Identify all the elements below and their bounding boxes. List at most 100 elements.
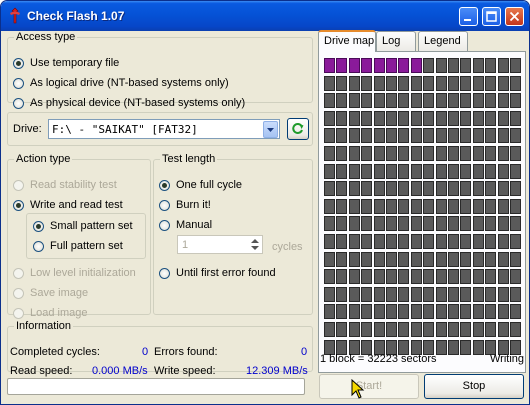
drive-map-block [435,163,447,179]
drive-map-block [510,58,521,73]
block-size-info: 1 block = 32223 sectors [320,353,437,365]
drive-map-block [373,251,385,267]
radio-indicator[interactable] [13,287,24,299]
drive-dropdown-button[interactable] [263,121,278,138]
drive-map-block [324,163,335,179]
tab-drive-map[interactable]: Drive map [318,30,376,52]
drive-select[interactable]: F:\ - "SAIKAT" [FAT32] [48,119,280,139]
radio-indicator[interactable] [13,267,24,279]
action-type-legend: Action type [16,153,71,165]
information-legend: Information [16,320,72,332]
test-until-error[interactable]: Until first error found [159,267,276,279]
radio-indicator[interactable] [33,220,44,232]
radio-indicator[interactable] [159,267,170,279]
drive-map-block [448,128,459,144]
radio-indicator[interactable] [13,307,24,319]
radio-indicator[interactable] [13,199,24,211]
drive-map-block [472,93,484,109]
drive-map-block [472,58,484,73]
tab-legend[interactable]: Legend [418,31,468,51]
chevron-down-icon [267,128,274,132]
drive-map-block [497,163,509,179]
cycles-spinbox[interactable]: 1 [177,235,263,254]
radio-indicator[interactable] [13,77,24,89]
refresh-icon [292,123,304,134]
drive-map-block [423,251,435,267]
drive-map-block [485,128,497,144]
drive-map-block [348,110,360,126]
drive-map-block [410,163,422,179]
drive-map-block [423,128,435,144]
drive-map-block [485,251,497,267]
action-low-level-init[interactable]: Low level initialization [13,267,136,279]
access-option-physical-device[interactable]: As physical device (NT-based systems onl… [13,97,245,109]
drive-map-block [423,198,435,214]
drive-map-block [510,304,521,320]
pattern-option-label: Full pattern set [50,240,123,252]
drive-map-block [510,286,521,302]
start-button[interactable]: Start! [319,374,419,399]
drive-map-block [361,234,373,249]
cycles-input[interactable]: 1 [182,239,188,251]
drive-map-block [510,322,521,337]
access-option-temp-file[interactable]: Use temporary file [13,57,119,69]
drive-map-block [448,58,459,73]
drive-map-block [448,181,459,197]
drive-map-block [435,286,447,302]
drive-map-block [460,304,472,320]
drive-map-block [373,58,385,73]
access-option-logical-drive[interactable]: As logical drive (NT-based systems only) [13,77,229,89]
maximize-button[interactable] [482,7,501,26]
drive-map-block [485,269,497,285]
drive-map-block [448,110,459,126]
drive-map-block [348,128,360,144]
stop-button[interactable]: Stop [424,374,524,399]
test-one-cycle[interactable]: One full cycle [159,179,242,191]
drive-map-block [324,93,335,109]
action-read-stability[interactable]: Read stability test [13,179,117,191]
drive-map-block [435,93,447,109]
action-write-read[interactable]: Write and read test [13,199,123,211]
drive-map-block [373,146,385,161]
radio-indicator[interactable] [33,240,44,252]
drive-map-block [398,198,410,214]
radio-indicator[interactable] [159,179,170,191]
drive-map-block [448,339,459,355]
full-pattern-option[interactable]: Full pattern set [33,240,123,252]
completed-cycles-value: 0 [142,346,149,358]
drive-map-block [336,198,348,214]
drive-map-block [423,234,435,249]
drive-map-block [460,181,472,197]
minimize-button[interactable] [459,7,478,26]
close-button[interactable] [505,7,524,26]
radio-indicator[interactable] [13,97,24,109]
radio-indicator[interactable] [159,199,170,211]
action-load-image[interactable]: Load image [13,307,88,319]
small-pattern-option[interactable]: Small pattern set [33,220,133,232]
drive-map-block [485,322,497,337]
mouse-cursor-icon [351,379,365,399]
drive-map-block [348,198,360,214]
radio-indicator[interactable] [13,57,24,69]
test-burn-it[interactable]: Burn it! [159,199,211,211]
drive-map-block [460,339,472,355]
information-group: Information Completed cycles: 0 Errors f… [7,320,313,377]
drive-map-block [398,110,410,126]
drive-map-block [472,146,484,161]
drive-map-block [460,251,472,267]
drive-map-block [348,216,360,232]
action-save-image[interactable]: Save image [13,287,88,299]
tab-log[interactable]: Log [376,31,416,51]
title-bar[interactable]: Check Flash 1.07 [1,1,529,31]
drive-map-block [510,181,521,197]
action-type-group: Action type Read stability test Write an… [7,153,151,319]
refresh-drives-button[interactable] [287,118,309,140]
radio-indicator[interactable] [13,179,24,191]
drive-map-block [410,216,422,232]
drive-map-block [410,269,422,285]
test-manual[interactable]: Manual [159,219,212,231]
radio-indicator[interactable] [159,219,170,231]
cycles-spin-buttons[interactable] [248,236,262,253]
write-speed-label: Write speed: [154,365,216,377]
drive-map-block [423,93,435,109]
